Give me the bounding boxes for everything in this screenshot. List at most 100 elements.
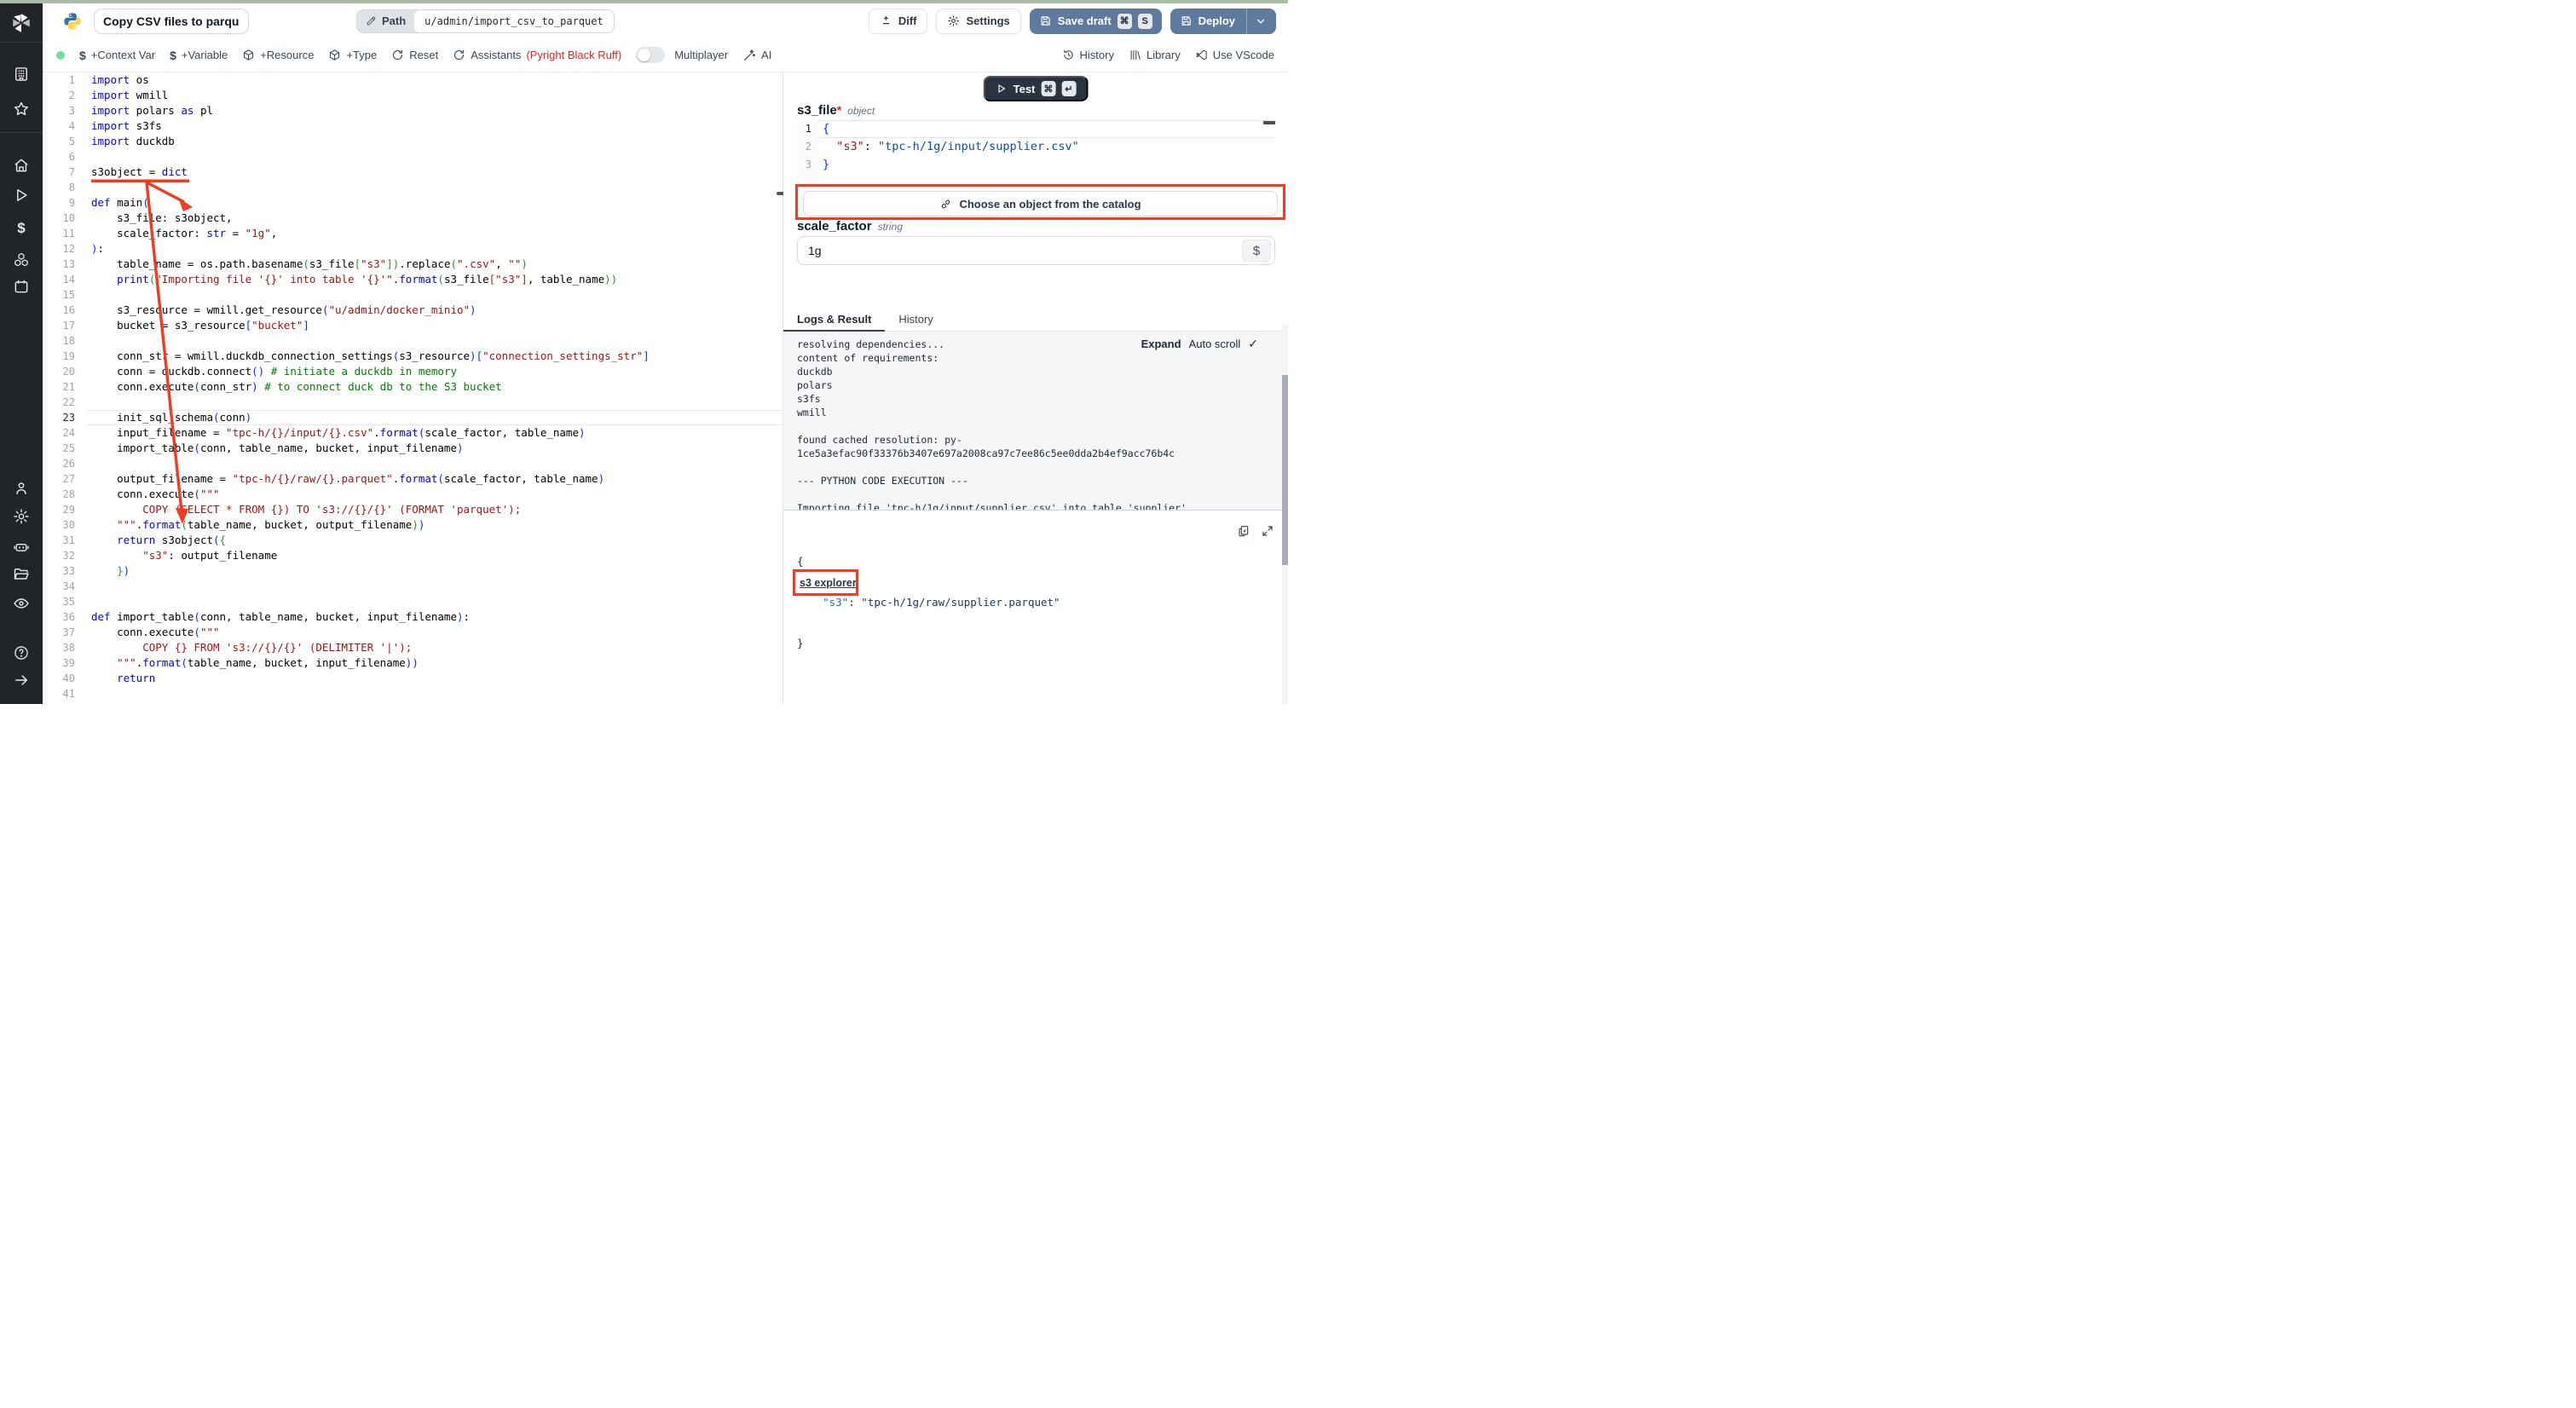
workspace-icon[interactable] — [13, 66, 30, 83]
s3-file-arg-label: s3_file* object — [797, 103, 875, 118]
use-vscode-button[interactable]: Use VScode — [1195, 49, 1274, 61]
annotation-box-s3-explorer: s3 explorer — [793, 569, 858, 596]
add-resource-button[interactable]: +Resource — [242, 49, 314, 61]
library-button[interactable]: Library — [1129, 49, 1181, 61]
history-button[interactable]: History — [1062, 49, 1114, 61]
sidebar: $ — [0, 3, 43, 704]
type-label: +Type — [346, 49, 377, 61]
runs-play-icon[interactable] — [13, 187, 30, 204]
multiplayer-label: Multiplayer — [674, 49, 728, 61]
copy-clipboard-icon[interactable] — [1237, 524, 1250, 538]
chevron-down-icon[interactable] — [1255, 15, 1267, 27]
test-label: Test — [1014, 83, 1036, 95]
auto-scroll-checkbox[interactable]: ✓ — [1248, 337, 1258, 351]
folders-icon[interactable] — [13, 566, 30, 583]
pencil-icon — [366, 15, 377, 26]
context-var-label: +Context Var — [91, 49, 155, 61]
settings-button[interactable]: Settings — [936, 9, 1020, 34]
test-button[interactable]: Test ⌘ ↵ — [984, 76, 1089, 101]
users-person-icon[interactable] — [13, 480, 30, 497]
json-scrollbar[interactable] — [1263, 121, 1275, 124]
code-lines[interactable]: import osimport wmillimport polars as pl… — [91, 72, 783, 704]
deploy-save-icon — [1180, 14, 1193, 27]
workers-robot-icon[interactable] — [13, 539, 30, 556]
add-context-var-button[interactable]: $ +Context Var — [79, 49, 155, 62]
assistants-button[interactable]: Assistants (Pyright Black Ruff) — [453, 49, 621, 61]
windmill-logo-icon[interactable] — [10, 12, 32, 34]
result-open-brace: { — [797, 555, 804, 568]
settings-label: Settings — [966, 14, 1009, 27]
code-editor[interactable]: 1234567891011121314151617181920212223242… — [43, 72, 783, 704]
sidebar-divider — [0, 42, 43, 43]
vscode-label: Use VScode — [1213, 49, 1274, 61]
arg-type: object — [847, 105, 875, 117]
status-dot — [56, 51, 65, 60]
help-icon[interactable] — [13, 644, 30, 661]
path-widget[interactable]: Path u/admin/import_csv_to_parquet — [356, 9, 615, 33]
ai-button[interactable]: AI — [742, 49, 771, 62]
panel-scrollbar-thumb[interactable] — [1282, 375, 1288, 565]
refresh-icon — [391, 49, 404, 61]
scale-factor-arg-label: scale_factor string — [797, 219, 903, 234]
scale-factor-field: $ — [797, 236, 1275, 265]
multiplayer-label-item: Multiplayer — [674, 49, 728, 61]
diff-button[interactable]: Diff — [869, 9, 928, 34]
play-icon — [996, 83, 1008, 95]
variable-label: +Variable — [182, 49, 228, 61]
add-type-button[interactable]: +Type — [328, 49, 377, 61]
variable-picker-button[interactable]: $ — [1242, 239, 1271, 262]
json-gutter: 123 — [797, 120, 817, 179]
resource-label: +Resource — [260, 49, 314, 61]
python-language-icon — [63, 12, 82, 31]
package-icon — [328, 49, 341, 61]
expand-logs-button[interactable]: Expand — [1141, 338, 1181, 350]
tab-logs-result[interactable]: Logs & Result — [783, 308, 885, 331]
add-variable-button[interactable]: $+Variable — [170, 49, 228, 62]
top-header: Path u/admin/import_csv_to_parquet Diff … — [43, 3, 1288, 38]
line-number-gutter: 1234567891011121314151617181920212223242… — [43, 72, 87, 704]
resources-cubes-icon[interactable] — [13, 251, 30, 268]
s3-file-json-editor[interactable]: 123 { "s3": "tpc-h/1g/input/supplier.csv… — [797, 120, 1275, 179]
required-marker: * — [837, 103, 841, 117]
history-clock-icon — [1062, 49, 1075, 61]
result-actions — [1237, 524, 1274, 538]
reset-label: Reset — [409, 49, 438, 61]
schedules-calendar-icon[interactable] — [13, 278, 30, 295]
save-draft-button[interactable]: Save draft ⌘ S — [1030, 9, 1162, 34]
auto-scroll-label: Auto scroll — [1189, 338, 1241, 350]
diff-icon — [880, 14, 892, 27]
arg-type: string — [878, 221, 903, 233]
tab-history[interactable]: History — [885, 308, 946, 331]
arg-name: s3_file — [797, 103, 837, 118]
collapse-arrow-icon[interactable] — [13, 672, 30, 689]
diff-label: Diff — [898, 14, 917, 27]
deploy-button[interactable]: Deploy — [1170, 9, 1276, 34]
favorites-star-icon[interactable] — [13, 101, 30, 118]
multiplayer-toggle[interactable] — [636, 47, 665, 63]
scale-factor-input[interactable] — [798, 237, 1274, 264]
vscode-icon — [1195, 49, 1208, 61]
assistants-detail: (Pyright Black Ruff) — [526, 49, 621, 61]
choose-object-label: Choose an object from the catalog — [959, 198, 1141, 211]
audit-eye-icon[interactable] — [13, 595, 30, 612]
sidebar-divider — [0, 132, 43, 133]
json-lines[interactable]: { "s3": "tpc-h/1g/input/supplier.csv"} — [823, 120, 1275, 174]
home-icon[interactable] — [13, 157, 30, 174]
expand-fullscreen-icon[interactable] — [1261, 524, 1274, 538]
result-value: "tpc-h/1g/raw/supplier.parquet" — [861, 596, 1060, 609]
reset-button[interactable]: Reset — [391, 49, 438, 61]
result-key: "s3" — [823, 596, 848, 609]
assistants-label: Assistants — [471, 49, 521, 61]
dollar-icon: $ — [79, 49, 86, 62]
kbd-enter: ↵ — [1061, 81, 1076, 96]
variables-dollar-icon[interactable]: $ — [13, 220, 30, 237]
save-icon — [1039, 14, 1052, 27]
path-value[interactable]: u/admin/import_csv_to_parquet — [414, 10, 614, 32]
s3-explorer-link[interactable]: s3 explorer — [800, 577, 857, 589]
library-icon — [1129, 49, 1141, 61]
arg-name: scale_factor — [797, 219, 872, 234]
choose-object-button[interactable]: Choose an object from the catalog — [803, 191, 1278, 216]
script-title-input[interactable] — [94, 9, 249, 34]
package-icon — [242, 49, 255, 61]
settings-gear-icon[interactable] — [13, 508, 30, 525]
